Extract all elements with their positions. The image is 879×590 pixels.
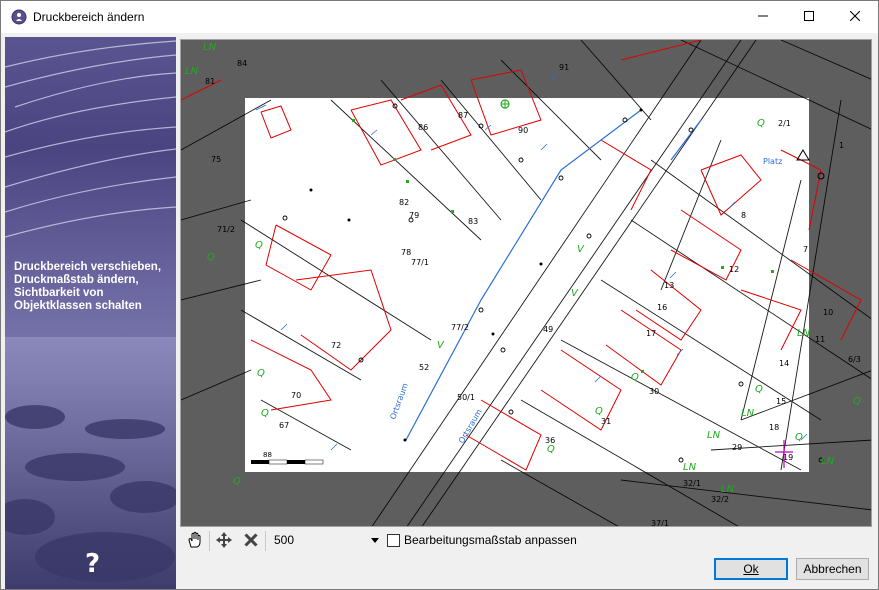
ok-button[interactable]: Ok [714,558,788,580]
parcel-label: 67 [279,421,289,430]
maximize-button[interactable] [786,1,832,33]
map-label-q: Q [207,252,215,263]
pan-tool-button[interactable] [184,530,206,552]
parcel-label: 8 [741,211,746,220]
map-label-q: Q [595,406,603,417]
parcel-label: 14 [779,359,789,368]
minimize-button[interactable] [740,1,786,33]
parcel-label: 79 [409,211,419,220]
map-label-q: Q [795,432,803,443]
parcel-label: 17 [646,329,656,338]
parcel-label: 86 [418,123,428,132]
parcel-label: 32/1 [683,479,701,488]
parcel-label: 87 [458,111,468,120]
parcel-label: 10 [823,308,833,317]
parcel-label: 49 [543,325,553,334]
map-label-q: Q [257,368,265,379]
parcel-label: 6/3 [848,355,861,364]
x-icon [244,532,258,550]
map-label-q: Q [233,476,241,487]
parcel-label: 2/1 [778,119,791,128]
map-label-q: Q [261,408,269,419]
side-panel: Druckbereich verschieben, Druckmaßstab ä… [5,37,176,589]
map-label-ln: LN [707,430,721,441]
parcel-label: 71/2 [217,225,235,234]
scale-dropdown[interactable]: 500 [268,530,383,552]
parcel-label: 31 [601,417,611,426]
cancel-button[interactable]: Abbrechen [796,558,869,580]
parcel-label: 81 [205,77,215,86]
parcel-label: 77/2 [451,323,469,332]
globe-gear-icon [11,9,27,25]
parcel-label: 83 [468,217,478,226]
map-label-q: Q [631,372,639,383]
chevron-down-icon [371,538,379,543]
map-label-platz: Platz [763,157,782,166]
toolbar-separator [265,531,266,551]
map-label-v: V [437,340,445,351]
parcel-label: 30 [649,387,659,396]
map-label-ln: LN [721,484,735,495]
map-label-ln: LN [683,462,697,473]
close-icon [849,10,861,24]
map-label-q: Q [547,444,555,455]
parcel-label: 75 [211,155,221,164]
parcel-label: 70 [291,391,301,400]
scalebar-label: 88 [263,451,272,459]
minimize-icon [758,10,768,24]
maximize-icon [804,10,814,24]
window-title: Druckbereich ändern [33,10,145,24]
parcel-label: 50/1 [457,393,475,402]
parcel-label: 52 [419,363,429,372]
parcel-label: 37/1 [651,519,669,527]
map-view[interactable]: 84 81 91 86 87 90 2/1 75 82 83 8 71/2 79… [180,39,872,527]
parcel-label: 18 [769,423,779,432]
map-label-ln: LN [821,456,835,467]
parcel-label: 82 [399,198,409,207]
print-area [245,98,809,472]
parcel-label: 72 [331,341,341,350]
map-label-v: V [577,244,585,255]
map-label-q: Q [757,118,765,129]
parcel-label: 91 [559,63,569,72]
move-arrows-icon [216,531,232,551]
map-toolbar: 500 Bearbeitungsmaßstab anpassen [180,528,872,554]
close-button[interactable] [832,1,878,33]
hand-icon [186,531,204,552]
parcel-label: 90 [518,126,528,135]
map-label-q: Q [755,384,763,395]
map-label-ln: LN [741,408,755,419]
help-button[interactable]: ? [85,549,100,579]
toolbar-separator [209,531,210,551]
map-label-v: V [571,288,579,299]
ok-button-label: Ok [743,562,759,576]
map-label-ln: LN [797,328,811,339]
cancel-button-label: Abbrechen [803,562,862,576]
adjust-scale-label[interactable]: Bearbeitungsmaßstab anpassen [404,533,577,547]
parcel-label: 29 [732,443,742,452]
dialog-window: Druckbereich ändern Druckbereich verschi… [0,0,879,590]
parcel-label: 78 [401,248,411,257]
parcel-label: 84 [237,59,247,68]
move-tool-button[interactable] [213,530,235,552]
remove-tool-button[interactable] [240,530,262,552]
parcel-label: 13 [664,281,674,290]
map-label-q: Q [255,240,263,251]
parcel-label: 1 [839,141,844,150]
parcel-label: 7 [803,245,808,254]
parcel-label: 15 [776,397,786,406]
parcel-label: 77/1 [411,258,429,267]
title-bar: Druckbereich ändern [1,1,878,33]
side-panel-help-text: Druckbereich verschieben, Druckmaßstab ä… [14,261,162,312]
map-label-ln: LN [185,66,199,77]
scale-value: 500 [274,533,295,547]
map-label-q: Q [853,396,861,407]
parcel-label: 11 [815,335,825,344]
map-label-ln: LN [203,42,217,53]
adjust-scale-checkbox[interactable] [387,534,400,547]
parcel-label: 32/2 [711,495,729,504]
parcel-label: 16 [657,303,667,312]
parcel-label: 12 [729,265,739,274]
